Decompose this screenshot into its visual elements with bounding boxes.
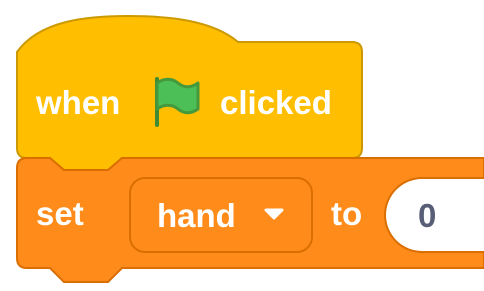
green-flag-icon <box>155 77 200 127</box>
value-input[interactable]: 0 <box>384 177 484 253</box>
value-text: 0 <box>418 197 437 234</box>
to-label: to <box>331 195 363 232</box>
dropdown-caret-icon <box>264 208 284 220</box>
scripts-canvas: when clicked set hand to 0 <box>0 0 484 291</box>
clicked-label: clicked <box>220 84 332 121</box>
set-label: set <box>36 195 84 232</box>
variable-name: hand <box>157 197 236 234</box>
when-label: when <box>36 84 121 121</box>
variable-dropdown[interactable]: hand <box>129 177 313 253</box>
